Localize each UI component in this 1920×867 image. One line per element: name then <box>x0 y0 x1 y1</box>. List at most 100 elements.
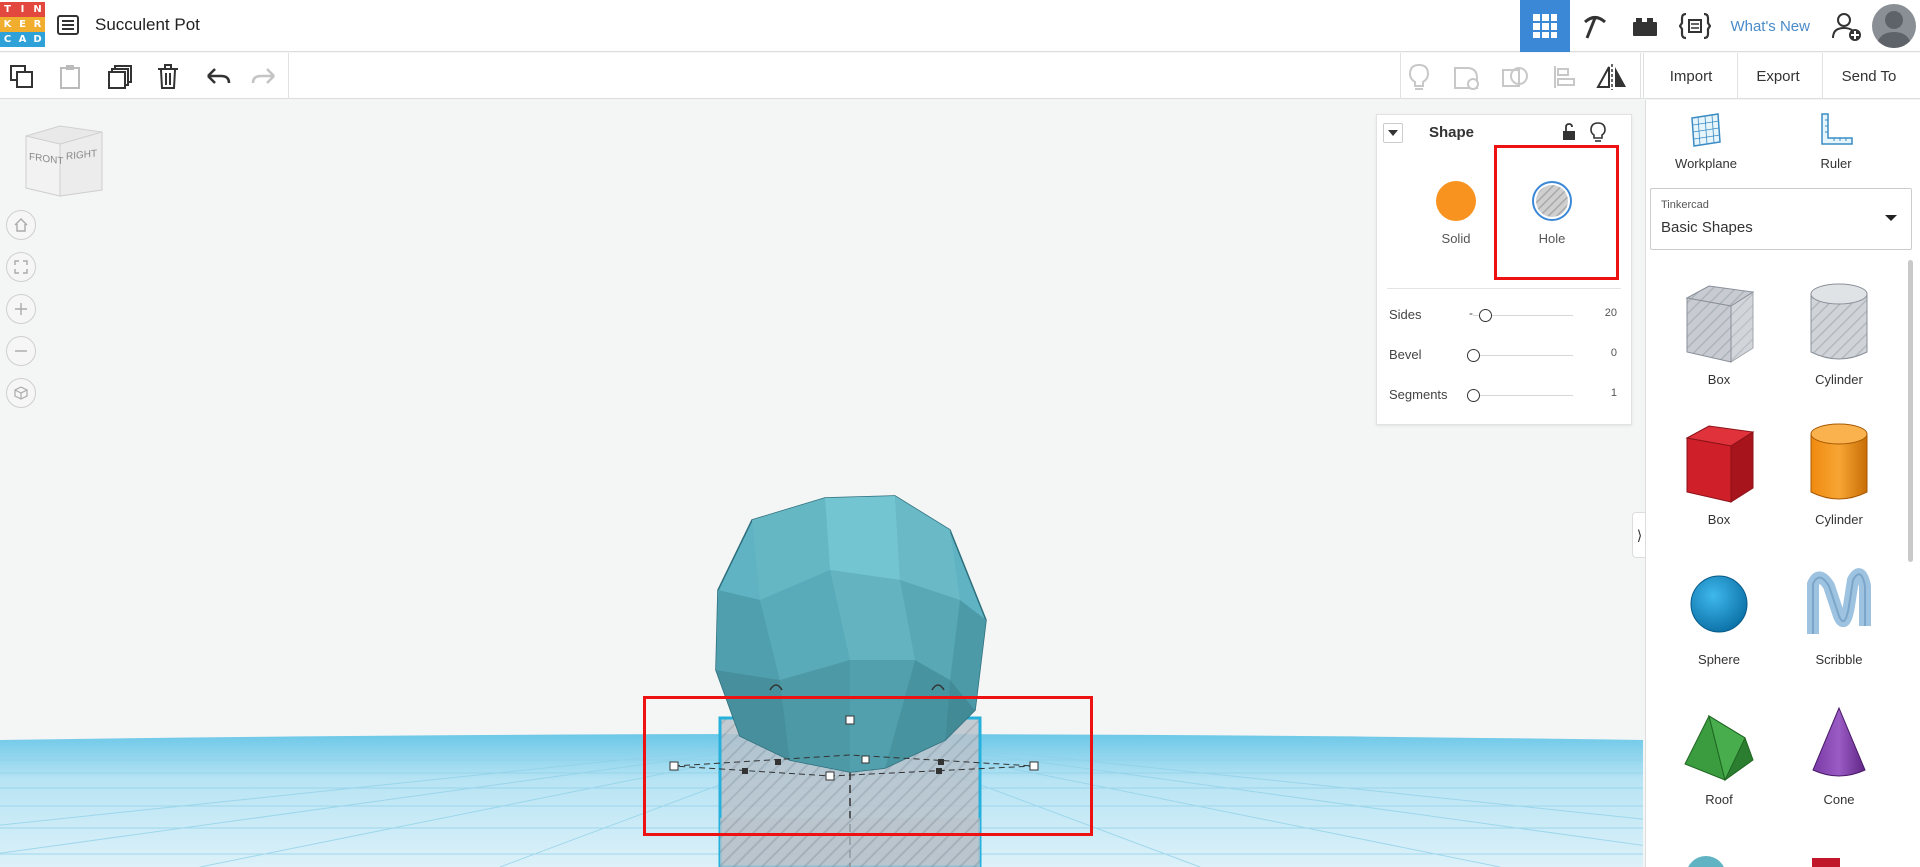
design-list-icon[interactable] <box>56 13 80 37</box>
delete-button[interactable] <box>150 59 186 95</box>
segments-slider-knob[interactable] <box>1467 389 1480 402</box>
pickaxe-icon <box>1584 16 1607 39</box>
sides-property: Sides - 20 <box>1389 305 1617 325</box>
sides-value[interactable]: 20 <box>1605 307 1617 319</box>
shape-scribble[interactable]: Scribble <box>1784 556 1894 696</box>
home-icon <box>14 218 28 232</box>
shape-label: Roof <box>1705 792 1733 807</box>
shape-label: Sphere <box>1698 652 1740 667</box>
minus-icon <box>15 350 27 352</box>
edit-toolbar: Import Export Send To <box>0 53 1920 99</box>
design-title[interactable]: Succulent Pot <box>95 15 200 35</box>
segments-property: Segments 1 <box>1389 385 1617 405</box>
chevron-right-icon: ⟩ <box>1636 526 1643 543</box>
shape-partial-item[interactable] <box>1812 858 1840 867</box>
logo-letter: R <box>30 17 45 32</box>
group-button[interactable] <box>1449 59 1485 95</box>
copy-icon <box>10 65 33 88</box>
redo-icon <box>251 68 275 84</box>
chevron-down-icon <box>1388 130 1398 136</box>
shape-label: Cylinder <box>1815 372 1863 387</box>
mirror-icon <box>1596 64 1626 90</box>
segments-label: Segments <box>1389 387 1448 402</box>
lock-button[interactable] <box>1561 123 1577 146</box>
bevel-value[interactable]: 0 <box>1611 347 1617 359</box>
copy-button[interactable] <box>4 59 40 95</box>
sides-slider-knob[interactable] <box>1479 309 1492 322</box>
bricks-view-button[interactable] <box>1620 0 1670 52</box>
user-avatar[interactable] <box>1872 4 1916 48</box>
grid-icon <box>1533 14 1558 38</box>
whats-new-link[interactable]: What's New <box>1720 0 1822 52</box>
box-solid-icon <box>1685 425 1755 503</box>
solid-swatch[interactable] <box>1436 181 1476 221</box>
duplicate-icon <box>108 65 132 89</box>
workplane-tool[interactable]: Workplane <box>1646 112 1766 171</box>
home-view-button[interactable] <box>6 210 36 240</box>
perspective-toggle-button[interactable] <box>6 378 36 408</box>
cylinder-solid-icon <box>1810 423 1868 500</box>
shape-box-hole[interactable]: Box <box>1664 276 1774 416</box>
show-all-button[interactable] <box>1401 59 1437 95</box>
sides-minus: - <box>1469 306 1473 320</box>
codeblocks-view-button[interactable] <box>1670 0 1720 52</box>
ruler-icon <box>1821 113 1853 145</box>
logo-letter: N <box>30 2 45 17</box>
shape-label: Cone <box>1823 792 1855 807</box>
add-user-icon <box>1832 13 1861 41</box>
shape-partial-item[interactable] <box>1686 856 1726 867</box>
paste-button[interactable] <box>52 59 88 95</box>
shape-label: Scribble <box>1815 652 1863 667</box>
ungroup-button[interactable] <box>1497 59 1533 95</box>
collapse-panel-button[interactable] <box>1383 123 1403 143</box>
toolbar-separator <box>1640 53 1641 99</box>
redo-button[interactable] <box>246 59 282 95</box>
group-icon <box>1454 67 1479 90</box>
align-button[interactable] <box>1546 59 1582 95</box>
shape-cylinder-hole[interactable]: Cylinder <box>1784 276 1894 416</box>
shape-box-solid[interactable]: Box <box>1664 416 1774 556</box>
shape-cone[interactable]: Cone <box>1784 696 1894 836</box>
solid-option[interactable]: Solid <box>1421 181 1491 246</box>
bevel-label: Bevel <box>1389 347 1422 362</box>
view-cube[interactable]: FRONT RIGHT <box>24 122 104 203</box>
duplicate-button[interactable] <box>102 59 138 95</box>
caret-down-icon <box>1885 215 1897 221</box>
codeblocks-icon <box>1679 12 1712 40</box>
shapes-scrollbar[interactable] <box>1908 260 1913 562</box>
mirror-button[interactable] <box>1594 59 1630 95</box>
collapse-sidebar-button[interactable]: ⟩ <box>1632 512 1646 558</box>
panel-divider <box>1387 288 1621 289</box>
shape-cylinder-solid[interactable]: Cylinder <box>1784 416 1894 556</box>
library-name: Basic Shapes <box>1661 219 1753 236</box>
zoom-out-button[interactable] <box>6 336 36 366</box>
import-button[interactable]: Import <box>1660 60 1722 92</box>
undo-button[interactable] <box>200 59 236 95</box>
shape-sphere[interactable]: Sphere <box>1664 556 1774 696</box>
brick-icon <box>1633 18 1658 36</box>
ruler-tool[interactable]: Ruler <box>1776 112 1896 171</box>
fit-view-button[interactable] <box>6 252 36 282</box>
export-button[interactable]: Export <box>1746 60 1810 92</box>
segments-slider-track[interactable] <box>1473 395 1573 396</box>
panel-title: Shape <box>1429 124 1475 141</box>
bevel-slider-knob[interactable] <box>1467 349 1480 362</box>
zoom-in-button[interactable] <box>6 294 36 324</box>
toolbar-separator <box>1643 53 1644 99</box>
segments-value[interactable]: 1 <box>1611 387 1617 399</box>
send-to-button[interactable]: Send To <box>1830 60 1908 92</box>
blocks-view-button[interactable] <box>1570 0 1620 52</box>
add-user-button[interactable] <box>1822 0 1872 52</box>
shape-library-select[interactable]: Tinkercad Basic Shapes <box>1650 188 1912 250</box>
unlock-icon <box>1563 123 1575 140</box>
roof-icon <box>1684 714 1754 782</box>
library-provider: Tinkercad <box>1661 199 1709 211</box>
shape-roof[interactable]: Roof <box>1664 696 1774 836</box>
3d-design-view-button[interactable] <box>1520 0 1571 52</box>
tinkercad-logo[interactable]: T I N K E R C A D <box>0 2 45 47</box>
logo-letter: A <box>15 32 30 47</box>
logo-letter: K <box>0 17 15 32</box>
solid-label: Solid <box>1441 231 1471 246</box>
bevel-slider-track[interactable] <box>1473 355 1573 356</box>
hide-button[interactable] <box>1590 122 1606 147</box>
